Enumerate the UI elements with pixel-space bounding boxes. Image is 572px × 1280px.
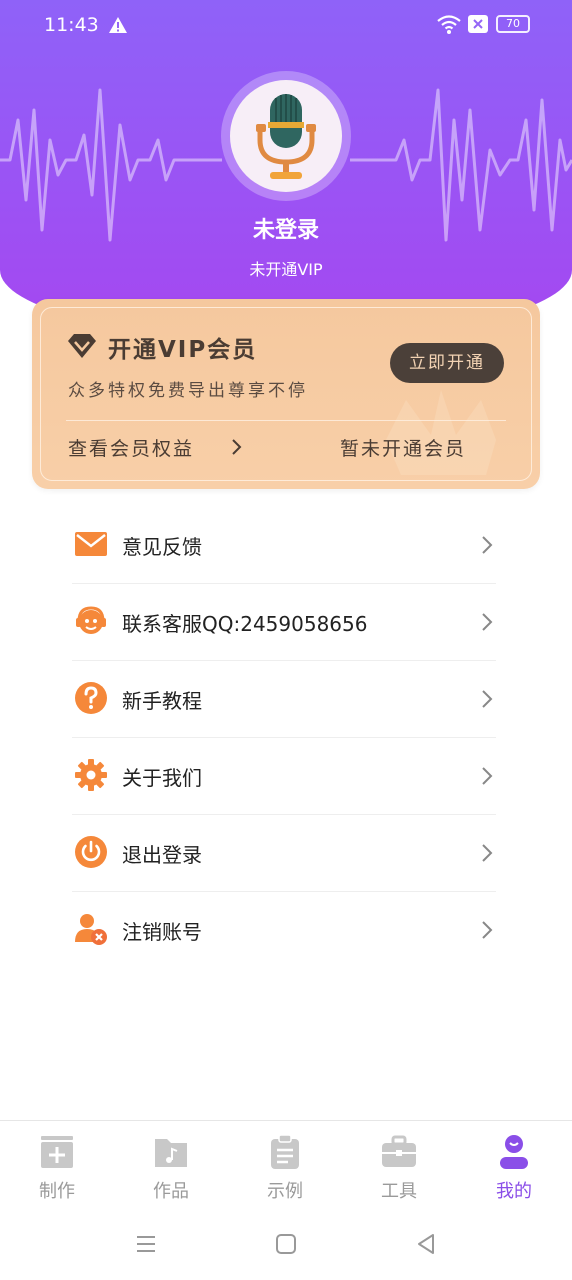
chevron-right-icon <box>482 844 493 862</box>
tab-label: 我的 <box>496 1181 532 1202</box>
bottom-tab-bar: 制作 作品 示例 工具 我的 <box>0 1120 572 1210</box>
tab-label: 作品 <box>153 1181 189 1202</box>
question-icon <box>75 682 107 714</box>
vip-divider <box>66 420 506 421</box>
menu-item-label: 意见反馈 <box>122 535 202 559</box>
tab-label: 工具 <box>381 1181 417 1202</box>
chevron-right-icon <box>482 613 493 631</box>
user-name[interactable]: 未登录 <box>0 212 572 244</box>
chevron-right-icon <box>482 921 493 939</box>
back-icon[interactable] <box>414 1232 438 1256</box>
user-remove-icon <box>75 914 107 945</box>
activate-vip-button[interactable]: 立即开通 <box>390 343 504 383</box>
menu-item-delete-account[interactable]: 注销账号 <box>72 892 496 969</box>
tab-tools[interactable]: 工具 <box>359 1131 439 1207</box>
crown-watermark-icon <box>386 390 496 475</box>
chevron-right-icon <box>482 767 493 785</box>
battery-indicator: 70 <box>496 15 530 33</box>
vip-description: 众多特权免费导出尊享不停 <box>68 381 308 401</box>
profile-icon <box>500 1135 528 1169</box>
status-time: 11:43 <box>44 14 99 36</box>
no-sim-icon <box>468 15 488 33</box>
diamond-icon <box>68 334 96 358</box>
clipboard-icon <box>271 1134 299 1169</box>
menu-item-label: 新手教程 <box>122 689 202 713</box>
tab-label: 示例 <box>267 1181 303 1202</box>
tab-make[interactable]: 制作 <box>17 1131 97 1207</box>
menu-icon[interactable] <box>134 1232 158 1256</box>
gear-icon <box>75 759 107 791</box>
tab-works[interactable]: 作品 <box>131 1131 211 1207</box>
menu-item-feedback[interactable]: 意见反馈 <box>72 507 496 584</box>
chevron-right-icon <box>482 690 493 708</box>
toolbox-icon <box>382 1135 416 1167</box>
menu-item-customer-service[interactable]: 联系客服QQ:2459058656 <box>72 584 496 661</box>
settings-menu: 意见反馈 联系客服QQ:2459058656 新手教程 关于我们 退出登录 注销… <box>72 507 496 969</box>
chevron-right-icon <box>482 536 493 554</box>
wifi-icon <box>437 15 461 34</box>
menu-item-label: 关于我们 <box>122 766 202 790</box>
microphone-icon <box>256 94 316 179</box>
mail-icon <box>75 532 107 556</box>
menu-item-label: 联系客服QQ:2459058656 <box>122 612 368 636</box>
system-nav-bar <box>0 1210 572 1280</box>
tab-label: 制作 <box>39 1181 75 1202</box>
tab-mine[interactable]: 我的 <box>474 1131 554 1207</box>
headset-icon <box>76 606 106 634</box>
add-box-icon <box>41 1136 73 1168</box>
menu-item-logout[interactable]: 退出登录 <box>72 815 496 892</box>
music-folder-icon <box>155 1139 187 1167</box>
tab-examples[interactable]: 示例 <box>245 1131 325 1207</box>
view-benefits-link[interactable]: 查看会员权益 <box>68 434 194 461</box>
menu-item-about[interactable]: 关于我们 <box>72 738 496 815</box>
chevron-right-icon <box>232 439 242 455</box>
menu-item-label: 退出登录 <box>122 843 202 867</box>
menu-item-label: 注销账号 <box>122 920 202 944</box>
warning-icon <box>109 17 127 33</box>
vip-status-text: 未开通VIP <box>249 260 323 279</box>
status-bar: 11:43 70 <box>0 0 572 52</box>
home-icon[interactable] <box>274 1232 298 1256</box>
membership-status: 暂未开通会员 <box>340 438 467 460</box>
power-icon <box>75 836 107 868</box>
menu-item-tutorial[interactable]: 新手教程 <box>72 661 496 738</box>
vip-title: 开通VIP会员 <box>108 337 258 363</box>
